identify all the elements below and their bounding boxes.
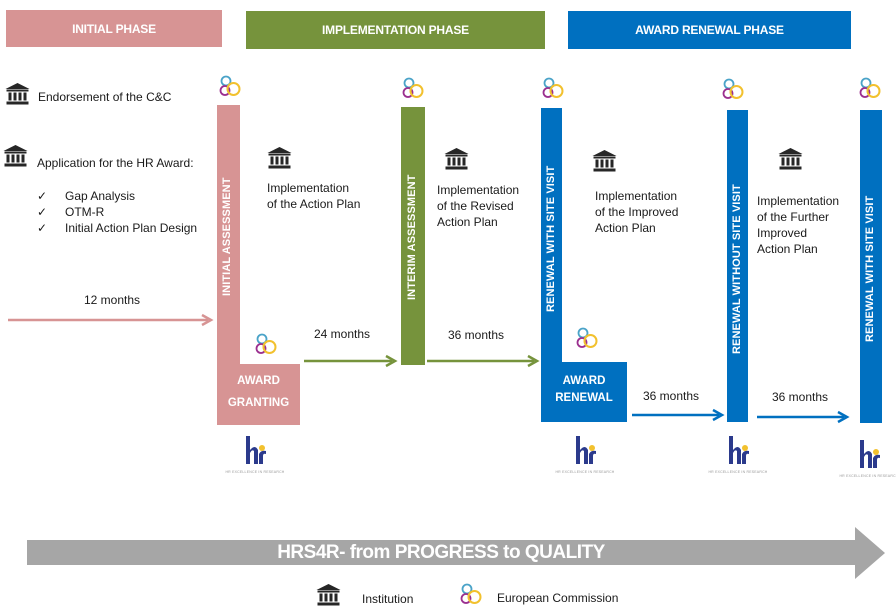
institution-icon [3, 145, 28, 167]
checklist-item: ✓ OTM-R [37, 205, 197, 221]
step-line: Action Plan [757, 242, 818, 256]
duration-label: 36 months [448, 328, 505, 342]
arrow-right-icon [8, 313, 214, 327]
checklist-item: ✓ Initial Action Plan Design [37, 221, 197, 237]
step-line: Implementation [267, 181, 350, 195]
arrow-right-icon [632, 408, 725, 422]
application-label: Application for the HR Award: [37, 156, 194, 170]
step-line: Action Plan [437, 215, 498, 229]
checklist-item-label: Gap Analysis [65, 189, 136, 203]
foot-label-line: AWARD [237, 375, 280, 387]
step-line: of the Action Plan [267, 197, 361, 211]
implementation-step-label: Implementation of the Improved Action Pl… [595, 188, 678, 236]
european-commission-icon [541, 77, 565, 101]
endorsement-label: Endorsement of the C&C [38, 90, 172, 104]
foot-label-line: RENEWAL [555, 392, 613, 404]
institution-icon [778, 148, 803, 170]
step-line: of the Revised [437, 199, 514, 213]
hr-logo-caption: HR EXCELLENCE IN RESEARCH [555, 470, 615, 474]
check-icon: ✓ [37, 221, 48, 235]
european-commission-icon [858, 77, 882, 101]
hr-logo-caption: HR EXCELLENCE IN RESEARCH [225, 470, 285, 474]
hr-logo-icon [860, 440, 880, 468]
european-commission-icon [218, 75, 242, 99]
check-icon: ✓ [37, 189, 48, 203]
phase-initial-label: INITIAL PHASE [72, 21, 156, 36]
institution-icon [444, 148, 469, 170]
hr-logo-icon [729, 436, 749, 464]
hr-logo-caption: HR EXCELLENCE IN RESEARCH [839, 474, 896, 478]
duration-label: 24 months [314, 327, 371, 341]
european-commission-icon [575, 327, 599, 351]
initial-assessment-label: INITIAL ASSESSMENT [221, 177, 233, 296]
progress-banner-label: HRS4R- from PROGRESS to QUALITY [277, 542, 605, 563]
phase-implementation-label: IMPLEMENTATION PHASE [322, 23, 469, 37]
step-line: Implementation [595, 189, 678, 203]
european-commission-icon [721, 78, 745, 102]
checklist-item-label: Initial Action Plan Design [65, 221, 198, 235]
european-commission-icon [401, 77, 425, 101]
phase-implementation: IMPLEMENTATION PHASE [246, 11, 545, 49]
arrow-right-icon [757, 410, 850, 424]
foot-label-line: GRANTING [227, 397, 290, 409]
award-granting-label: AWARD GRANTING [217, 370, 300, 414]
institution-icon [5, 83, 30, 105]
hr-logo-icon [246, 436, 266, 464]
application-checklist: ✓ Gap Analysis ✓ OTM-R ✓ Initial Action Pla… [37, 189, 197, 237]
renewal-without-site-visit-label: RENEWAL WITHOUT SITE VISIT [731, 184, 743, 354]
step-line: of the Improved [595, 205, 679, 219]
renewal-with-site-visit-label: RENEWAL WITH SITE VISIT [864, 195, 876, 342]
arrow-right-icon [304, 354, 398, 368]
hr-excellence-logo: HR EXCELLENCE IN RESEARCH [708, 432, 768, 478]
duration-label: 36 months [772, 390, 829, 404]
duration-label: 36 months [643, 389, 700, 403]
institution-icon [592, 150, 617, 172]
hr-excellence-logo: HR EXCELLENCE IN RESEARCH [555, 432, 615, 478]
legend-institution-label: Institution [362, 592, 414, 606]
checklist-item-label: OTM-R [65, 205, 105, 219]
implementation-step-label: Implementation of the Further Improved A… [757, 193, 839, 257]
checklist-item: ✓ Gap Analysis [37, 189, 197, 205]
foot-label-line: AWARD [562, 375, 606, 387]
institution-icon [267, 147, 292, 169]
implementation-step-label: Implementation of the Action Plan [267, 180, 360, 212]
duration-label: 12 months [84, 293, 141, 307]
step-line: of the Further [757, 210, 830, 224]
renewal-with-site-visit-label: RENEWAL WITH SITE VISIT [545, 165, 557, 312]
phase-initial: INITIAL PHASE [6, 10, 222, 47]
hr-logo-icon [576, 436, 596, 464]
phase-award-renewal: AWARD RENEWAL PHASE [568, 11, 851, 49]
check-icon: ✓ [37, 205, 48, 219]
hr-logo-caption: HR EXCELLENCE IN RESEARCH [708, 470, 768, 474]
step-line: Action Plan [595, 221, 656, 235]
award-renewal-label: AWARD RENEWAL [541, 373, 627, 407]
step-line: Implementation [437, 183, 520, 197]
institution-icon [316, 584, 341, 606]
legend-european-commission-label: European Commission [497, 591, 619, 605]
european-commission-icon [459, 583, 483, 607]
arrow-right-icon [427, 354, 540, 368]
hr-excellence-logo: HR EXCELLENCE IN RESEARCH [839, 436, 896, 482]
step-line: Improved [757, 226, 808, 240]
hr-excellence-logo: HR EXCELLENCE IN RESEARCH [225, 432, 285, 478]
interim-assessment-label: INTERIM ASSESSMENT [406, 174, 418, 300]
phase-award-renewal-label: AWARD RENEWAL PHASE [635, 23, 784, 37]
european-commission-icon [254, 333, 278, 357]
implementation-step-label: Implementation of the Revised Action Pla… [437, 182, 519, 230]
step-line: Implementation [757, 194, 840, 208]
